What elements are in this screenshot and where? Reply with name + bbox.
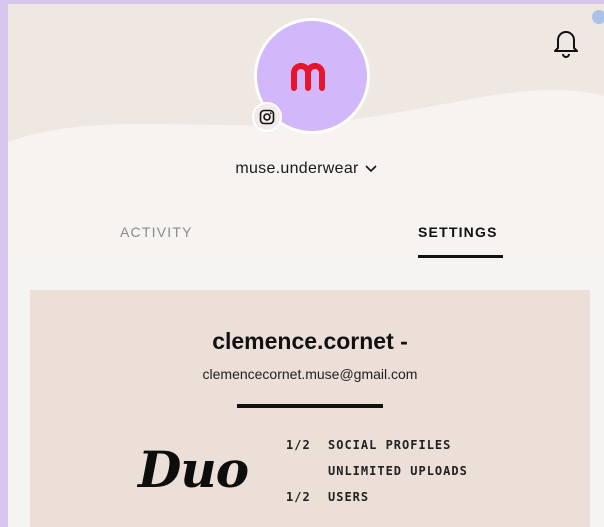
profile-email: clemencecornet.muse@gmail.com xyxy=(202,366,418,382)
profile-name: clemence.cornet - xyxy=(212,328,408,354)
feature-label: UNLIMITED UPLOADS xyxy=(328,464,468,478)
tab-activity[interactable]: ACTIVITY xyxy=(120,224,193,240)
tab-bar: ACTIVITY SETTINGS xyxy=(8,212,604,262)
profile-card: clemence.cornet - clemencecornet.muse@gm… xyxy=(30,290,590,527)
feature-count: 1/2 xyxy=(286,490,311,504)
plan-name: Duo xyxy=(138,440,249,499)
feature-row: 1/2 SOCIAL PROFILES xyxy=(286,438,468,464)
app-frame: muse.underwear ACTIVITY SETTINGS clemenc… xyxy=(8,4,604,527)
instagram-badge xyxy=(252,102,282,132)
feature-count: 1/2 xyxy=(286,438,311,452)
account-name: muse.underwear xyxy=(235,160,359,178)
notification-dot xyxy=(592,10,604,24)
tab-settings[interactable]: SETTINGS xyxy=(418,224,498,240)
active-tab-indicator xyxy=(418,255,503,258)
bell-icon[interactable] xyxy=(552,26,580,58)
feature-row: UNLIMITED UPLOADS xyxy=(286,464,468,490)
feature-label: SOCIAL PROFILES xyxy=(328,438,452,452)
feature-label: USERS xyxy=(328,490,370,504)
chevron-down-icon xyxy=(365,160,377,178)
account-switcher[interactable]: muse.underwear xyxy=(8,160,604,178)
instagram-icon xyxy=(259,109,275,125)
card-divider xyxy=(237,404,383,408)
plan-features: 1/2 SOCIAL PROFILES UNLIMITED UPLOADS 1/2… xyxy=(286,438,468,516)
feature-row: 1/2 USERS xyxy=(286,490,468,516)
brand-logo xyxy=(291,63,325,91)
settings-content: clemence.cornet - clemencecornet.muse@gm… xyxy=(8,262,604,527)
